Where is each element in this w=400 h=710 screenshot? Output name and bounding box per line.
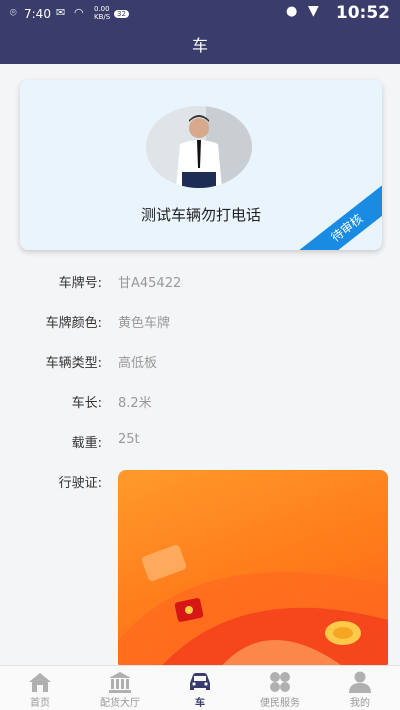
vehicle-photo [146, 106, 252, 188]
load-value: 25t [118, 432, 140, 447]
plate-value: 甘A45422 [118, 276, 182, 291]
plate-color-label: 车牌颜色: [45, 316, 102, 331]
tab-cargo-hall[interactable]: 配货大厅 [80, 666, 160, 710]
tab-cargo-hall-label: 配货大厅 [100, 698, 140, 709]
user-icon [349, 671, 371, 693]
length-label: 车长: [71, 396, 102, 411]
mail-icon: ✉ [56, 6, 66, 19]
plate-color-value: 黄色车牌 [118, 316, 171, 331]
wifi-icon: ◠ [74, 6, 84, 19]
notification-badge: 32 [114, 10, 129, 18]
net-speed: 0.00 KB/S [94, 5, 111, 21]
status-clock: 10:52 [335, 3, 390, 23]
load-label: 载重: [71, 436, 102, 451]
vehicle-card: 测试车辆勿打电话 待审核 [20, 80, 382, 250]
status-bar: ⌾ 7:40 ✉ ◠ 0.00 KB/S 32 ● ▼ 10:52 [0, 0, 400, 28]
detail-row-vehicle-type: 车辆类型: 高低板 [0, 352, 400, 372]
status-time: 7:40 [24, 7, 51, 21]
location-shield-icon: ⌾ [10, 6, 17, 19]
bank-icon [109, 672, 131, 693]
home-icon [29, 673, 51, 692]
plate-label: 车牌号: [58, 276, 102, 291]
page-title: 车 [0, 28, 400, 64]
tab-me-label: 我的 [350, 698, 370, 709]
length-value: 8.2米 [118, 396, 152, 411]
tab-services[interactable]: 便民服务 [240, 666, 320, 710]
bottom-tab-bar: 首页 配货大厅 车 便民服务 我的 [0, 665, 400, 710]
detail-row-plate-color: 车牌颜色: 黄色车牌 [0, 312, 400, 332]
tab-home-label: 首页 [30, 698, 50, 709]
vehicle-type-label: 车辆类型: [45, 356, 102, 371]
grid-icon [270, 672, 290, 692]
vehicle-name: 测试车辆勿打电话 [140, 206, 261, 224]
tab-me[interactable]: 我的 [320, 666, 400, 710]
tab-home[interactable]: 首页 [0, 666, 80, 710]
signal-icon: ▼ [308, 3, 319, 19]
detail-row-length: 车长: 8.2米 [0, 392, 400, 412]
tab-services-label: 便民服务 [260, 698, 300, 709]
car-icon [190, 673, 210, 690]
detail-row-plate: 车牌号: 甘A45422 [0, 272, 400, 292]
vehicle-type-value: 高低板 [118, 356, 158, 371]
driving-license-image[interactable] [118, 470, 388, 670]
license-label: 行驶证: [58, 476, 102, 491]
location-pin-icon: ● [286, 4, 298, 19]
tab-car-label: 车 [195, 698, 205, 709]
detail-row-load: 载重: 25t [0, 432, 400, 452]
tab-car[interactable]: 车 [160, 666, 240, 710]
